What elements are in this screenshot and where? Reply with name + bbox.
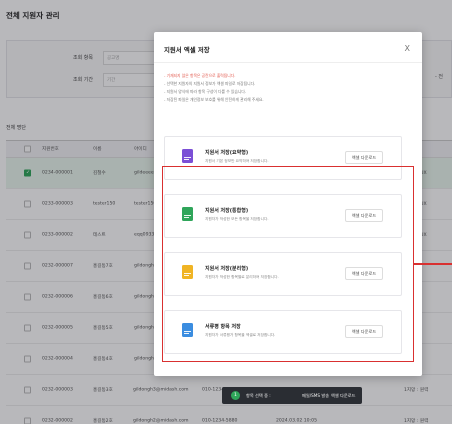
modal-notes: - 기재되지 않은 항목은 공란으로 출력됩니다. - 선택한 지원자의 지원서…: [164, 72, 414, 104]
modal-divider: [154, 62, 422, 63]
card-title: 지원서 저장(요약형): [205, 150, 249, 156]
send-mail-sms-button[interactable]: 메일/SMS 발송: [302, 393, 329, 399]
annotation-highlight-box: [162, 166, 414, 362]
note-line: - 저장된 파일은 개인정보 보호를 위해 안전하게 관리해 주세요.: [164, 97, 264, 102]
annotation-connector-line: [414, 263, 452, 265]
close-icon[interactable]: X: [405, 44, 410, 53]
note-line: - 선택한 지원자의 지원서 정보가 엑셀 파일로 저장됩니다.: [164, 81, 256, 86]
excel-download-action-button[interactable]: 엑셀 다운로드: [331, 393, 355, 399]
selection-text: 항목 선택 중 :: [246, 393, 271, 398]
note-line: - 지원서 양식에 따라 항목 구성이 다를 수 있습니다.: [164, 89, 247, 94]
selection-action-bar: 1 항목 선택 중 : 메일/SMS 발송 엑셀 다운로드: [222, 387, 362, 404]
excel-download-button[interactable]: 엑셀 다운로드: [345, 151, 383, 164]
card-desc: 지원서 기본 정보만 요약하여 저장합니다.: [205, 159, 269, 163]
modal-title: 지원서 엑셀 저장: [164, 46, 210, 54]
selection-count-badge: 1: [231, 391, 240, 400]
note-line: - 기재되지 않은 항목은 공란으로 출력됩니다.: [164, 73, 236, 78]
document-icon: [182, 149, 193, 163]
